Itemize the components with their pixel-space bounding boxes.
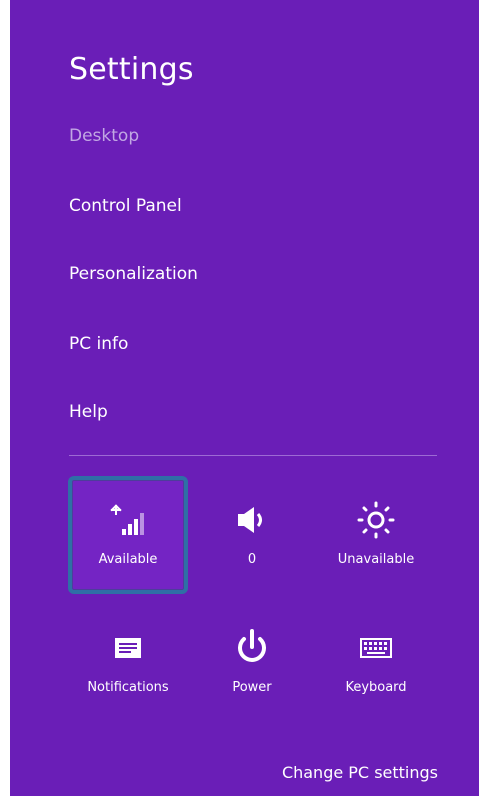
menu-item-pc-info[interactable]: PC info <box>69 334 128 354</box>
menu-item-control-panel[interactable]: Control Panel <box>69 196 182 216</box>
notifications-label: Notifications <box>87 680 169 695</box>
brightness-icon <box>356 500 396 540</box>
context-label: Desktop <box>69 126 140 146</box>
divider <box>69 455 437 456</box>
power-label: Power <box>232 680 272 695</box>
volume-icon <box>232 500 272 540</box>
volume-level-label: 0 <box>247 552 257 567</box>
power-icon <box>232 628 272 668</box>
panel-title: Settings <box>69 52 194 87</box>
keyboard-label: Keyboard <box>345 680 407 695</box>
network-tile[interactable]: Available <box>68 476 188 594</box>
network-status-label: Available <box>98 552 158 567</box>
power-tile[interactable]: Power <box>192 604 312 722</box>
brightness-tile[interactable]: Unavailable <box>316 476 436 594</box>
change-pc-settings-link[interactable]: Change PC settings <box>282 763 438 782</box>
keyboard-icon <box>356 628 396 668</box>
network-signal-icon <box>108 500 148 540</box>
notifications-icon <box>108 628 148 668</box>
brightness-status-label: Unavailable <box>337 552 415 567</box>
menu-item-personalization[interactable]: Personalization <box>69 264 198 284</box>
menu-item-help[interactable]: Help <box>69 402 108 422</box>
volume-tile[interactable]: 0 <box>192 476 312 594</box>
settings-charm-panel: Settings Desktop Control Panel Personali… <box>10 0 479 796</box>
keyboard-tile[interactable]: Keyboard <box>316 604 436 722</box>
notifications-tile[interactable]: Notifications <box>68 604 188 722</box>
